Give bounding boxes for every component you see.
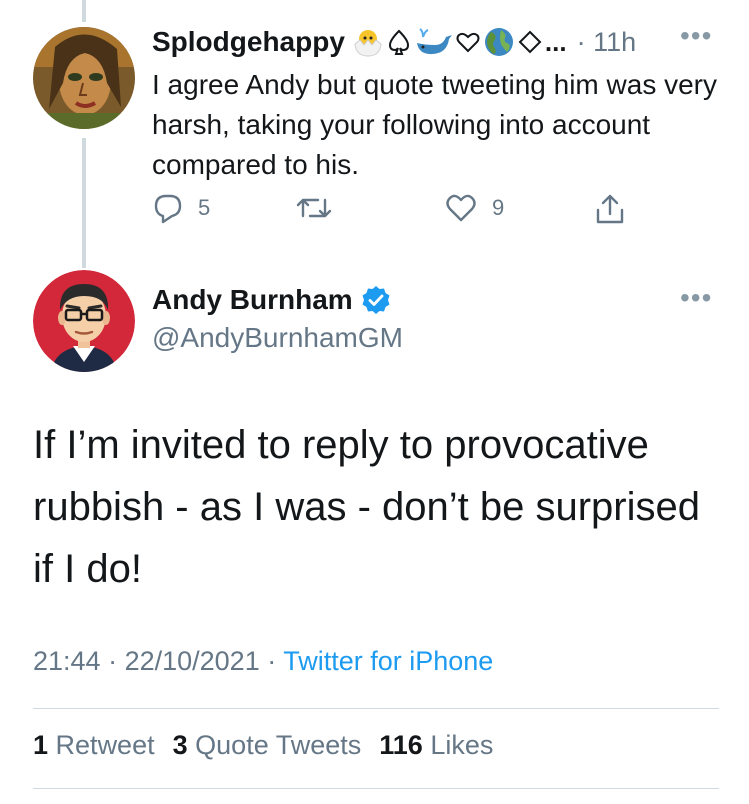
author-handle[interactable]: @AndyBurnhamGM <box>152 322 403 354</box>
likes-stat[interactable]: 116 Likes <box>379 730 493 761</box>
retweets-label: Retweet <box>55 730 155 760</box>
comment-icon <box>154 194 182 224</box>
reply-button[interactable]: 5 <box>152 192 210 224</box>
like-count: 9 <box>492 195 505 220</box>
like-button[interactable]: 9 <box>444 192 504 224</box>
quote-tweets-label: Quote Tweets <box>195 730 362 760</box>
retweet-button[interactable] <box>294 192 334 224</box>
reply-action-bar: 5 9 <box>152 192 652 228</box>
reply-name-emojis <box>351 26 543 58</box>
meta-separator: · <box>259 646 284 676</box>
retweets-stat[interactable]: 1 Retweet <box>33 730 155 761</box>
divider <box>33 788 719 789</box>
thread-line-top <box>82 0 86 22</box>
retweet-icon <box>296 198 332 218</box>
globe-icon <box>484 28 513 56</box>
tweet-time: 21:44 <box>33 646 101 676</box>
quote-tweets-count: 3 <box>172 730 188 760</box>
tweet-source-link[interactable]: Twitter for iPhone <box>283 646 493 676</box>
author-avatar[interactable] <box>33 270 135 372</box>
reply-header: Splodgehappy ... · 11h <box>152 22 636 62</box>
meta-separator: · <box>100 646 125 676</box>
share-button[interactable] <box>594 192 626 226</box>
name-truncation-ellipsis: ... <box>544 26 567 57</box>
reply-timestamp[interactable]: · 11h <box>577 27 637 58</box>
retweets-count: 1 <box>33 730 49 760</box>
verified-badge-icon <box>362 286 390 314</box>
heart-outline-icon <box>456 32 480 53</box>
thread-line-bottom <box>82 138 86 268</box>
reply-text: I agree Andy but quote tweeting him was … <box>152 69 717 180</box>
tweet-meta: 21:44 · 22/10/2021 · Twitter for iPhone <box>33 646 493 677</box>
reply-count: 5 <box>198 195 211 220</box>
reply-display-name[interactable]: Splodgehappy <box>152 26 345 58</box>
hatching-chick-icon <box>354 30 382 57</box>
heart-icon <box>446 194 476 222</box>
tweet-stats: 1 Retweet 3 Quote Tweets 116 Likes <box>33 730 511 761</box>
quote-tweets-stat[interactable]: 3 Quote Tweets <box>173 730 362 761</box>
reply-avatar[interactable] <box>33 27 135 129</box>
share-icon <box>596 194 624 224</box>
tweet-text: If I’m invited to reply to provocative r… <box>33 423 700 591</box>
author-display-name[interactable]: Andy Burnham <box>152 284 353 316</box>
likes-label: Likes <box>430 730 494 760</box>
diamond-outline-icon <box>518 30 542 54</box>
spade-suit-icon <box>388 29 409 55</box>
reply-more-icon[interactable]: ••• <box>680 22 712 50</box>
divider <box>33 708 719 709</box>
likes-count: 116 <box>379 730 423 760</box>
author-name-row: Andy Burnham <box>152 284 391 316</box>
tweet-date: 22/10/2021 <box>124 646 260 676</box>
tweet-more-icon[interactable]: ••• <box>680 284 712 312</box>
whale-icon <box>416 28 452 55</box>
